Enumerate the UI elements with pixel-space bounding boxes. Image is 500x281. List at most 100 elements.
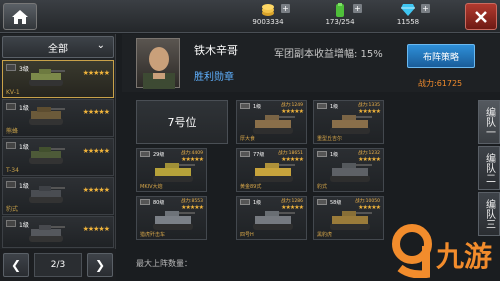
- page-indicator: 2/3: [34, 253, 82, 277]
- nation-flag-icon: [317, 199, 327, 205]
- tank-icon: [253, 163, 295, 182]
- jiuyou-logo: 九游: [390, 222, 498, 279]
- nation-flag-icon: [140, 151, 150, 157]
- tank-level: 80级: [153, 200, 165, 206]
- tank-name: MKIV大炮: [140, 184, 163, 190]
- empty-slot-7[interactable]: 7号位: [136, 100, 228, 144]
- formation-tank-card[interactable]: 29级 战力:4409 ★★★★★ MKIV大炮: [136, 148, 207, 192]
- tank-list-item[interactable]: 1级 ★★★★★ 豹式: [2, 177, 114, 215]
- close-button[interactable]: [465, 3, 497, 30]
- tank-icon: [29, 225, 65, 242]
- tank-name: 豹式: [6, 206, 19, 213]
- formation-tank-card[interactable]: 58级 战力:10050 ★★★★★ 黑豹虎: [313, 196, 384, 240]
- diamond-resource: 11558 +: [378, 2, 438, 26]
- commander-avatar-icon: [143, 47, 175, 89]
- tab-formation-2[interactable]: 编队二: [478, 146, 500, 190]
- chevron-down-icon: ⌄: [96, 40, 105, 51]
- tank-icon: [330, 115, 372, 134]
- tank-icon: [153, 163, 195, 182]
- tank-icon: [253, 115, 295, 134]
- tank-level: 29级: [153, 152, 165, 158]
- gold-coin-icon: [262, 4, 274, 16]
- formation-tank-card[interactable]: 80级 战力:8553 ★★★★★ 猎虎歼击车: [136, 196, 207, 240]
- chevron-left-icon: ❮: [10, 258, 22, 272]
- tank-name: 四号H: [240, 232, 254, 238]
- nation-flag-icon: [240, 151, 250, 157]
- formation-tank-card[interactable]: 1级 战力:1249 ★★★★★ 厚大食: [236, 100, 307, 144]
- tank-name: 重型丘吉尔: [317, 136, 343, 142]
- nation-flag-icon: [6, 220, 16, 227]
- tank-level: 1级: [330, 104, 339, 110]
- formation-tank-card[interactable]: 77级 战力:18651 ★★★★★ 黄金89式: [236, 148, 307, 192]
- tank-icon: [153, 211, 195, 230]
- tank-name: 厚大食: [240, 136, 256, 142]
- total-power: 战力:61725: [418, 79, 463, 88]
- add-gold-button[interactable]: +: [281, 4, 290, 13]
- nation-flag-icon: [317, 151, 327, 157]
- diamond-icon: [401, 4, 415, 16]
- tank-stars: ★★★★★: [82, 186, 110, 194]
- commander-bonus: 军团副本收益增幅: 15%: [274, 49, 383, 60]
- filter-dropdown[interactable]: 全部 ⌄: [2, 36, 114, 58]
- tank-level: 58级: [330, 200, 342, 206]
- nation-flag-icon: [6, 142, 16, 149]
- nation-flag-icon: [240, 199, 250, 205]
- tank-stars: ★★★★★: [82, 108, 110, 116]
- tank-level: 1级: [253, 200, 262, 206]
- gold-value: 9003334: [252, 18, 284, 26]
- tank-icon: [29, 147, 65, 164]
- formation-tank-card[interactable]: 1级 战力:1286 ★★★★★ 四号H: [236, 196, 307, 240]
- top-bar: 9003334 + 173/254 + 11558 +: [0, 0, 500, 33]
- tank-list-item[interactable]: 1级 ★★★★★: [2, 216, 114, 248]
- tank-name: 黑豹虎: [317, 232, 333, 238]
- prev-page-button[interactable]: ❮: [3, 253, 29, 277]
- tank-icon: [29, 69, 65, 86]
- next-page-button[interactable]: ❯: [87, 253, 113, 277]
- tank-name: T-34: [6, 167, 19, 174]
- supply-value: 173/254: [325, 18, 355, 26]
- tank-icon: [29, 107, 65, 125]
- home-icon: [12, 9, 28, 24]
- filter-label: 全部: [48, 43, 68, 55]
- add-supply-button[interactable]: +: [353, 4, 362, 13]
- nation-flag-icon: [140, 199, 150, 205]
- tank-list-item[interactable]: 3级 ★★★★★ KV-1: [2, 60, 114, 98]
- supply-icon: [336, 2, 344, 17]
- close-icon: [475, 10, 487, 23]
- commander-name: 铁木辛哥: [194, 44, 238, 57]
- commander-medal[interactable]: 胜利勋章: [194, 68, 234, 83]
- commander-panel: 铁木辛哥 胜利勋章 军团副本收益增幅: 15% 布阵策略 战力:61725: [122, 34, 500, 92]
- home-button[interactable]: [3, 3, 37, 30]
- tank-name: 黄金89式: [240, 184, 262, 190]
- tab-formation-1[interactable]: 编队一: [478, 100, 500, 144]
- tank-level: 1级: [253, 104, 262, 110]
- tank-stars: ★★★★★: [82, 225, 110, 233]
- chevron-right-icon: ❯: [94, 258, 106, 272]
- formation-tank-card[interactable]: 1级 战力:1335 ★★★★★ 重型丘吉尔: [313, 100, 384, 144]
- nation-flag-icon: [6, 64, 16, 71]
- tank-icon: [253, 211, 295, 230]
- nation-flag-icon: [6, 181, 16, 188]
- tank-list-item[interactable]: 1级 ★★★★★ T-34: [2, 138, 114, 176]
- nation-flag-icon: [317, 103, 327, 109]
- tank-icon: [330, 211, 372, 230]
- nation-flag-icon: [240, 103, 250, 109]
- tank-list-item[interactable]: 1级 ★★★★★ 熊蜂: [2, 99, 114, 137]
- nation-flag-icon: [6, 103, 16, 110]
- tank-list-panel: 全部 ⌄ 3级 ★★★★★ KV-1 1级 ★★★★★ 熊蜂 1级 ★★★★★ …: [0, 34, 116, 281]
- tank-stars: ★★★★★: [82, 69, 110, 77]
- tank-name: 豹式: [317, 184, 328, 190]
- tank-level: 1级: [330, 152, 339, 158]
- tank-name: KV-1: [6, 89, 20, 96]
- supply-resource: 173/254 +: [310, 2, 370, 26]
- tank-stars: ★★★★★: [82, 147, 110, 155]
- diamond-value: 11558: [396, 18, 420, 26]
- formation-strategy-button[interactable]: 布阵策略: [407, 44, 475, 68]
- formation-tank-card[interactable]: 1级 战力:1232 ★★★★★ 豹式: [313, 148, 384, 192]
- tank-icon: [29, 186, 65, 203]
- add-diamond-button[interactable]: +: [421, 4, 430, 13]
- max-deploy-label: 最大上阵数量：: [136, 259, 192, 268]
- tank-icon: [330, 163, 372, 182]
- tank-name: 熊蜂: [6, 128, 19, 135]
- commander-portrait[interactable]: [136, 38, 180, 89]
